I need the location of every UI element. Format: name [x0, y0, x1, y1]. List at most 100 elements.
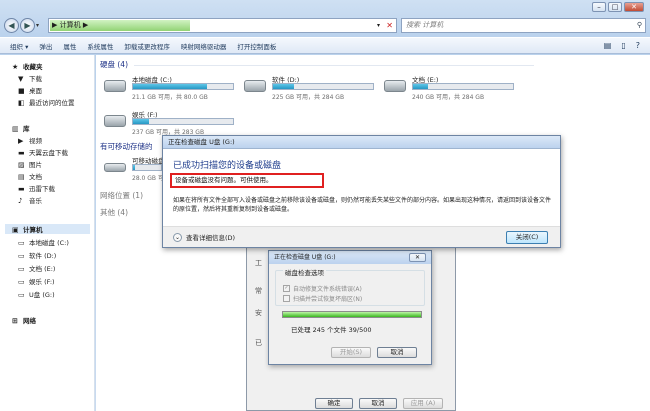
props-label: 安: [255, 309, 262, 317]
sidebar-item-drive-c[interactable]: ▭ 本地磁盘 (C:): [18, 237, 69, 247]
drive-tile[interactable]: 软件 (D:) 225 GB 可用，共 284 GB: [244, 74, 384, 104]
recent-pages-dropdown-icon[interactable]: ▾: [36, 22, 44, 29]
network-location-header[interactable]: 网络位置 (1): [100, 190, 143, 201]
sidebar-network[interactable]: ⊞ 网络: [12, 315, 36, 325]
close-icon[interactable]: ✕: [409, 253, 426, 262]
sidebar-favorites[interactable]: ★ 收藏夹: [12, 61, 43, 71]
preview-pane-icon[interactable]: ▯: [621, 41, 625, 50]
hard-drive-icon: [384, 80, 406, 92]
sidebar-item-videos[interactable]: ▶ 视频: [18, 135, 42, 145]
removable-storage-header[interactable]: 有可移动存储的: [100, 141, 153, 152]
sidebar-item-drive-d[interactable]: ▭ 软件 (D:): [18, 250, 56, 260]
desktop-icon: ■: [18, 87, 25, 95]
sidebar-item-recent[interactable]: ◧ 最近访问的位置: [18, 97, 75, 107]
check-disk-titlebar: 正在检查磁盘 U盘 (G:) ✕: [269, 251, 431, 264]
chevron-down-icon: ⌄: [173, 232, 182, 242]
sidebar-item-cloud-downloads[interactable]: ▬ 天翼云盘下载: [18, 147, 68, 157]
check-options-title: 磁盘检查选项: [283, 267, 326, 277]
sidebar-item-documents[interactable]: ▤ 文档: [18, 171, 42, 181]
forward-button[interactable]: ▶: [20, 17, 35, 33]
scan-recover-checkbox[interactable]: 扫描并尝试恢复坏扇区(N): [283, 294, 362, 303]
sidebar-computer[interactable]: ▣ 计算机: [5, 224, 90, 234]
eject-button[interactable]: 弹出: [39, 41, 52, 51]
search-input[interactable]: 搜索 计算机 ⚲: [401, 17, 646, 33]
command-bar: 组织 ▾ 弹出 属性 系统属性 卸载或更改程序 映射网络驱动器 打开控制面板 ▤…: [0, 37, 650, 54]
drive-size: 240 GB 可用，共 284 GB: [412, 94, 485, 101]
checkmark-icon: ✓: [283, 285, 290, 292]
sidebar-item-desktop[interactable]: ■ 桌面: [18, 85, 42, 95]
address-bar[interactable]: ▶ 计算机 ▶ ▾ ✕: [48, 17, 397, 33]
processed-status: 已处理 245 个文件 39/500: [291, 326, 372, 334]
navigation-bar: ◀ ▶ ▾ ▶ 计算机 ▶ ▾ ✕ 搜索 计算机 ⚲: [4, 16, 646, 34]
back-arrow-icon: ◀: [8, 20, 15, 30]
view-options-icon[interactable]: ▤: [604, 41, 612, 50]
video-library-icon: ▶: [18, 137, 24, 145]
sidebar-libraries[interactable]: ▥ 库: [12, 123, 30, 133]
start-button[interactable]: 开始(S): [331, 347, 371, 358]
drive-usage-bar: [132, 83, 234, 90]
help-icon[interactable]: ?: [636, 41, 640, 50]
auto-fix-checkbox[interactable]: ✓ 自动修复文件系统错误(A): [283, 284, 362, 293]
drive-tile[interactable]: 文档 (E:) 240 GB 可用，共 284 GB: [384, 74, 524, 104]
ok-button[interactable]: 确定: [315, 398, 353, 409]
drive-usage-bar: [272, 83, 374, 90]
open-control-panel-button[interactable]: 打开控制面板: [237, 41, 276, 51]
minimize-button[interactable]: –: [592, 2, 606, 12]
drive-icon: ▭: [18, 239, 25, 247]
close-dialog-button[interactable]: 关闭(C): [506, 231, 548, 244]
drive-usage-bar: [412, 83, 514, 90]
hard-drives-header[interactable]: 硬盘 (4): [100, 59, 535, 70]
maximize-button[interactable]: □: [608, 2, 622, 12]
scan-result-heading: 已成功扫描您的设备或磁盘: [173, 161, 282, 171]
hard-drive-icon: [104, 115, 126, 127]
cancel-check-button[interactable]: 取消: [377, 347, 417, 358]
sidebar-item-pictures[interactable]: ▨ 图片: [18, 159, 42, 169]
sidebar-item-music[interactable]: ♪ 音乐: [18, 195, 42, 205]
drive-icon: ▭: [18, 278, 25, 286]
props-label: 已: [255, 339, 262, 347]
usb-drive-icon: ▭: [18, 291, 25, 299]
scan-description: 如果在将所有文件全部写入设备或磁盘之前移除该设备或磁盘，则仍然可能丢失某些文件的…: [173, 197, 552, 213]
check-progress-bar: [282, 311, 422, 318]
organize-button[interactable]: 组织 ▾: [10, 41, 28, 51]
close-button[interactable]: ✕: [624, 2, 644, 12]
drive-usage-bar: [132, 164, 162, 171]
scan-status-message: 设备或磁盘没有问题。可供使用。: [170, 173, 324, 188]
drive-size: 21.1 GB 可用，共 80.0 GB: [132, 94, 208, 101]
documents-library-icon: ▤: [18, 173, 25, 181]
show-details-toggle[interactable]: ⌄ 查看详细信息(D): [173, 232, 235, 242]
sidebar-item-drive-e[interactable]: ▭ 文档 (E:): [18, 263, 55, 273]
music-library-icon: ♪: [18, 197, 23, 205]
network-icon: ⊞: [12, 317, 18, 325]
hard-drive-icon: [244, 80, 266, 92]
sidebar-item-drive-f[interactable]: ▭ 娱乐 (F:): [18, 276, 55, 286]
usb-drive-icon: [104, 163, 126, 172]
other-header[interactable]: 其他 (4): [100, 207, 128, 218]
recent-places-icon: ◧: [18, 99, 25, 107]
sidebar-item-drive-g[interactable]: ▭ U盘 (G:): [18, 289, 55, 299]
uninstall-program-button[interactable]: 卸载或更改程序: [124, 41, 170, 51]
stop-icon[interactable]: ✕: [386, 21, 393, 30]
map-network-drive-button[interactable]: 映射网络驱动器: [181, 41, 227, 51]
sidebar-item-thunder-downloads[interactable]: ▬ 迅雷下载: [18, 183, 55, 193]
computer-icon: ▣: [12, 226, 19, 234]
search-icon[interactable]: ⚲: [637, 19, 642, 32]
star-icon: ★: [12, 63, 19, 71]
drive-tile[interactable]: 本地磁盘 (C:) 21.1 GB 可用，共 80.0 GB: [104, 74, 244, 104]
system-properties-button[interactable]: 系统属性: [87, 41, 113, 51]
props-label: 工: [255, 259, 262, 267]
sidebar-item-downloads[interactable]: ▼ 下载: [18, 73, 42, 83]
library-icon: ▥: [12, 125, 19, 133]
address-dropdown-icon[interactable]: ▾: [377, 22, 380, 29]
props-label: 常: [255, 287, 262, 295]
back-button[interactable]: ◀: [4, 17, 19, 33]
view-controls: ▤ ▯ ?: [604, 41, 640, 50]
folder-icon: ▬: [18, 185, 25, 193]
window-controls: – □ ✕: [592, 2, 644, 12]
apply-button[interactable]: 应用 (A): [403, 398, 443, 409]
drive-icon: ▭: [18, 265, 25, 273]
drive-size: 225 GB 可用，共 284 GB: [272, 94, 345, 101]
folder-icon: ▬: [18, 149, 25, 157]
cancel-button[interactable]: 取消: [359, 398, 397, 409]
properties-button[interactable]: 属性: [63, 41, 76, 51]
